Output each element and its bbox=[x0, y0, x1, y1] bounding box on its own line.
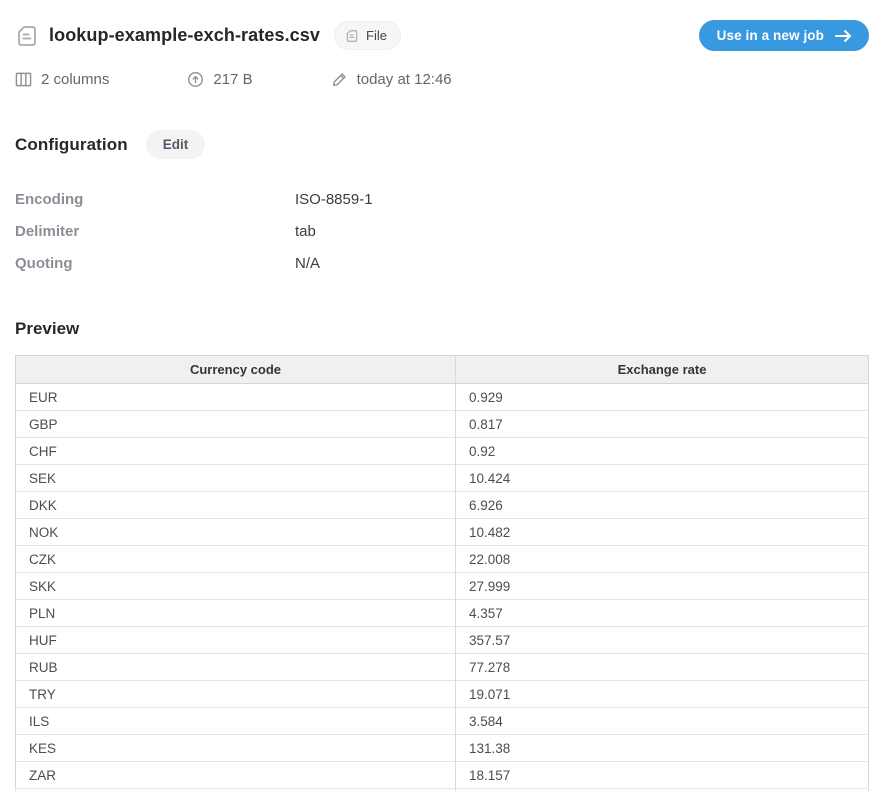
cell-currency-code: NOK bbox=[16, 519, 456, 546]
configuration-header: Configuration Edit bbox=[15, 130, 869, 159]
cell-exchange-rate: 19.071 bbox=[456, 681, 869, 708]
file-badge-icon bbox=[345, 29, 359, 43]
cell-currency-code: ILS bbox=[16, 708, 456, 735]
cell-currency-code: DKK bbox=[16, 492, 456, 519]
cell-currency-code: CZK bbox=[16, 546, 456, 573]
config-row-quoting: Quoting N/A bbox=[15, 247, 869, 279]
use-in-new-job-button[interactable]: Use in a new job bbox=[699, 20, 869, 51]
arrow-right-icon bbox=[834, 29, 853, 43]
table-row: ILS3.584 bbox=[16, 708, 869, 735]
cell-currency-code: HUF bbox=[16, 627, 456, 654]
preview-table-header-row: Currency code Exchange rate bbox=[16, 356, 869, 384]
cell-currency-code: SEK bbox=[16, 465, 456, 492]
table-row: RUB77.278 bbox=[16, 654, 869, 681]
table-row: EUR0.929 bbox=[16, 384, 869, 411]
table-row: DKK6.926 bbox=[16, 492, 869, 519]
table-row: KES131.38 bbox=[16, 735, 869, 762]
cell-currency-code: EUR bbox=[16, 384, 456, 411]
cell-currency-code: TRY bbox=[16, 681, 456, 708]
upload-icon bbox=[187, 71, 204, 88]
cell-exchange-rate: 4.357 bbox=[456, 600, 869, 627]
config-label-delimiter: Delimiter bbox=[15, 223, 295, 240]
cell-exchange-rate: 10.482 bbox=[456, 519, 869, 546]
header: lookup-example-exch-rates.csv File Use i… bbox=[15, 20, 869, 51]
preview-table: Currency code Exchange rate EUR0.929GBP0… bbox=[15, 355, 869, 791]
cell-exchange-rate: 0.929 bbox=[456, 384, 869, 411]
meta-columns-label: 2 columns bbox=[41, 71, 109, 88]
page-title: lookup-example-exch-rates.csv bbox=[49, 25, 320, 46]
table-row: SEK10.424 bbox=[16, 465, 869, 492]
cell-currency-code: KES bbox=[16, 735, 456, 762]
pencil-icon bbox=[331, 71, 348, 88]
table-row: TRY19.071 bbox=[16, 681, 869, 708]
config-row-encoding: Encoding ISO-8859-1 bbox=[15, 183, 869, 215]
cell-exchange-rate: 6.926 bbox=[456, 492, 869, 519]
cell-exchange-rate: 357.57 bbox=[456, 627, 869, 654]
cell-currency-code: CHF bbox=[16, 438, 456, 465]
file-type-badge-label: File bbox=[366, 28, 387, 43]
configuration-list: Encoding ISO-8859-1 Delimiter tab Quotin… bbox=[15, 183, 869, 279]
meta-columns: 2 columns bbox=[15, 71, 109, 88]
use-in-new-job-label: Use in a new job bbox=[717, 28, 824, 43]
meta-modified-label: today at 12:46 bbox=[357, 71, 452, 88]
cell-exchange-rate: 27.999 bbox=[456, 573, 869, 600]
preview-table-wrap: Currency code Exchange rate EUR0.929GBP0… bbox=[15, 355, 869, 791]
table-row: HUF357.57 bbox=[16, 627, 869, 654]
cell-exchange-rate: 0.92 bbox=[456, 438, 869, 465]
table-row: GBP0.817 bbox=[16, 411, 869, 438]
edit-configuration-button[interactable]: Edit bbox=[146, 130, 206, 159]
config-value-encoding: ISO-8859-1 bbox=[295, 191, 373, 208]
preview-heading: Preview bbox=[15, 319, 869, 339]
cell-currency-code: ZAR bbox=[16, 762, 456, 789]
cell-currency-code: SKK bbox=[16, 573, 456, 600]
file-detail-page: lookup-example-exch-rates.csv File Use i… bbox=[0, 0, 884, 791]
cell-exchange-rate: 0.817 bbox=[456, 411, 869, 438]
preview-table-body: EUR0.929GBP0.817CHF0.92SEK10.424DKK6.926… bbox=[16, 384, 869, 791]
config-value-delimiter: tab bbox=[295, 223, 316, 240]
cell-exchange-rate: 10.424 bbox=[456, 465, 869, 492]
column-header-currency-code: Currency code bbox=[16, 356, 456, 384]
cell-currency-code: GBP bbox=[16, 411, 456, 438]
configuration-heading: Configuration bbox=[15, 135, 128, 155]
cell-currency-code: RUB bbox=[16, 654, 456, 681]
column-header-exchange-rate: Exchange rate bbox=[456, 356, 869, 384]
cell-exchange-rate: 77.278 bbox=[456, 654, 869, 681]
cell-exchange-rate: 3.584 bbox=[456, 708, 869, 735]
cell-exchange-rate: 131.38 bbox=[456, 735, 869, 762]
config-label-encoding: Encoding bbox=[15, 191, 295, 208]
meta-modified: today at 12:46 bbox=[331, 71, 452, 88]
meta-size: 217 B bbox=[187, 71, 252, 88]
config-value-quoting: N/A bbox=[295, 255, 320, 272]
columns-icon bbox=[15, 71, 32, 88]
config-label-quoting: Quoting bbox=[15, 255, 295, 272]
file-meta-row: 2 columns 217 B today at 12:46 bbox=[15, 71, 869, 88]
cell-exchange-rate: 18.157 bbox=[456, 762, 869, 789]
file-type-badge: File bbox=[334, 21, 401, 50]
table-row: CHF0.92 bbox=[16, 438, 869, 465]
table-row: ZAR18.157 bbox=[16, 762, 869, 789]
table-row: CZK22.008 bbox=[16, 546, 869, 573]
config-row-delimiter: Delimiter tab bbox=[15, 215, 869, 247]
meta-size-label: 217 B bbox=[213, 71, 252, 88]
table-row: PLN4.357 bbox=[16, 600, 869, 627]
cell-currency-code: PLN bbox=[16, 600, 456, 627]
file-icon bbox=[15, 24, 39, 48]
table-row: SKK27.999 bbox=[16, 573, 869, 600]
table-row: NOK10.482 bbox=[16, 519, 869, 546]
cell-exchange-rate: 22.008 bbox=[456, 546, 869, 573]
